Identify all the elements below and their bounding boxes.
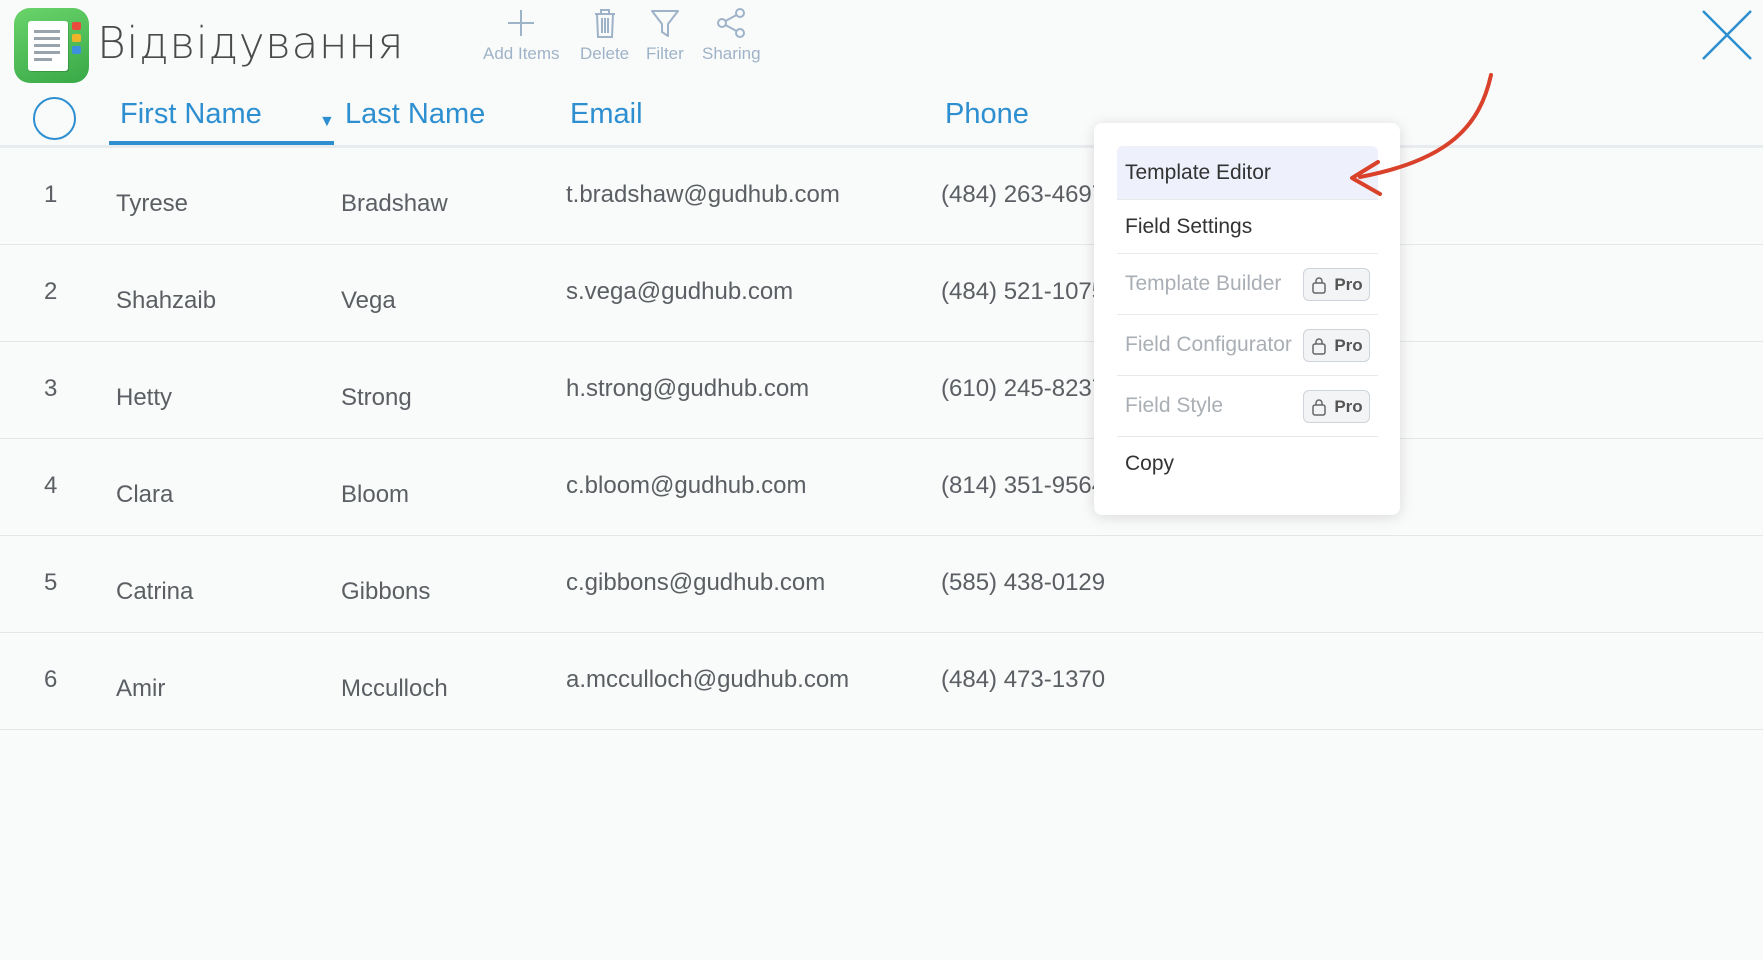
phone-cell: (585) 438-0129 (941, 569, 1106, 596)
row-number: 2 (44, 278, 58, 305)
table-row[interactable]: 1 Tyrese Bradshaw t.bradshaw@gudhub.com … (0, 148, 1763, 245)
filter-button[interactable]: Filter (646, 6, 684, 64)
trash-icon (594, 9, 615, 38)
row-number: 6 (44, 666, 58, 693)
column-header-last-name[interactable]: Last Name (345, 98, 485, 131)
pro-badge-label: Pro (1334, 274, 1363, 294)
table-row[interactable]: 3 Hetty Strong h.strong@gudhub.com (610)… (0, 342, 1763, 439)
column-header-first-name[interactable]: First Name (120, 98, 262, 131)
last-name-cell: Bradshaw (341, 190, 448, 217)
table-row[interactable]: 4 Clara Bloom c.bloom@gudhub.com (814) 3… (0, 439, 1763, 536)
sort-indicator-underline (109, 141, 334, 145)
pro-badge-label: Pro (1334, 335, 1363, 355)
app-logo (14, 8, 89, 83)
filter-icon (650, 10, 679, 37)
last-name-cell: Mcculloch (341, 675, 448, 702)
share-icon (717, 8, 746, 38)
row-number: 3 (44, 375, 58, 402)
delete-button[interactable]: Delete (580, 6, 629, 64)
last-name-cell: Vega (341, 287, 396, 314)
menu-item-label: Field Style (1125, 394, 1224, 417)
column-context-menu: Template Editor Field Settings Template … (1094, 123, 1400, 515)
phone-cell: (484) 473-1370 (941, 666, 1106, 693)
table-row[interactable]: 6 Amir Mcculloch a.mcculloch@gudhub.com … (0, 633, 1763, 730)
table-row[interactable]: 5 Catrina Gibbons c.gibbons@gudhub.com (… (0, 536, 1763, 633)
lock-icon (1312, 398, 1327, 416)
first-name-cell: Clara (116, 481, 174, 508)
menu-item-field-settings[interactable]: Field Settings (1117, 200, 1378, 254)
row-number: 5 (44, 569, 58, 596)
menu-item-label: Copy (1125, 452, 1175, 475)
lock-icon (1312, 276, 1327, 294)
menu-item-label: Template Builder (1125, 272, 1282, 295)
menu-item-label: Field Configurator (1125, 333, 1292, 356)
menu-item-label: Template Editor (1125, 160, 1271, 184)
column-header-phone[interactable]: Phone (945, 98, 1029, 131)
add-items-label: Add Items (483, 44, 560, 63)
menu-item-copy[interactable]: Copy (1117, 437, 1378, 491)
menu-item-label: Field Settings (1125, 214, 1253, 238)
last-name-cell: Strong (341, 384, 412, 411)
first-name-cell: Shahzaib (116, 287, 217, 314)
delete-label: Delete (580, 44, 630, 63)
row-number: 1 (44, 181, 58, 208)
first-name-cell: Tyrese (116, 190, 189, 217)
plus-icon (508, 10, 535, 36)
email-cell: c.gibbons@gudhub.com (566, 569, 826, 596)
table-header: First Name ▼ Last Name Email Phone (0, 88, 1763, 148)
pro-badge: Pro (1303, 390, 1370, 423)
close-icon[interactable] (1700, 8, 1754, 62)
phone-cell: (814) 351-9564 (941, 472, 1106, 499)
add-items-button[interactable]: Add Items (483, 6, 560, 64)
last-name-cell: Bloom (341, 481, 410, 508)
email-cell: t.bradshaw@gudhub.com (566, 181, 840, 208)
email-cell: h.strong@gudhub.com (566, 375, 810, 402)
page-title: Відвідування (97, 18, 404, 69)
pro-badge: Pro (1303, 329, 1370, 362)
filter-label: Filter (646, 44, 684, 63)
phone-cell: (484) 521-1075 (941, 278, 1106, 305)
menu-item-field-style[interactable]: Field Style Pro (1117, 376, 1378, 437)
lock-icon (1312, 337, 1327, 355)
email-cell: s.vega@gudhub.com (566, 278, 794, 305)
table-body: 1 Tyrese Bradshaw t.bradshaw@gudhub.com … (0, 148, 1763, 730)
pro-badge-label: Pro (1334, 396, 1363, 416)
table-row[interactable]: 2 Shahzaib Vega s.vega@gudhub.com (484) … (0, 245, 1763, 342)
menu-item-template-builder[interactable]: Template Builder Pro (1117, 254, 1378, 315)
phone-cell: (610) 245-8237 (941, 375, 1106, 402)
row-number: 4 (44, 472, 58, 499)
sharing-label: Sharing (702, 44, 761, 63)
pro-badge: Pro (1303, 268, 1370, 301)
email-cell: a.mcculloch@gudhub.com (566, 666, 850, 693)
phone-cell: (484) 263-4697 (941, 181, 1106, 208)
first-name-cell: Amir (116, 675, 166, 702)
last-name-cell: Gibbons (341, 578, 431, 605)
email-cell: c.bloom@gudhub.com (566, 472, 807, 499)
column-header-email[interactable]: Email (570, 98, 643, 131)
menu-item-template-editor[interactable]: Template Editor (1117, 146, 1378, 200)
first-name-cell: Hetty (116, 384, 173, 411)
sharing-button[interactable]: Sharing (702, 6, 761, 64)
menu-item-field-configurator[interactable]: Field Configurator Pro (1117, 315, 1378, 376)
sort-down-icon[interactable]: ▼ (319, 113, 335, 131)
first-name-cell: Catrina (116, 578, 194, 605)
select-all-checkbox[interactable] (33, 97, 76, 140)
